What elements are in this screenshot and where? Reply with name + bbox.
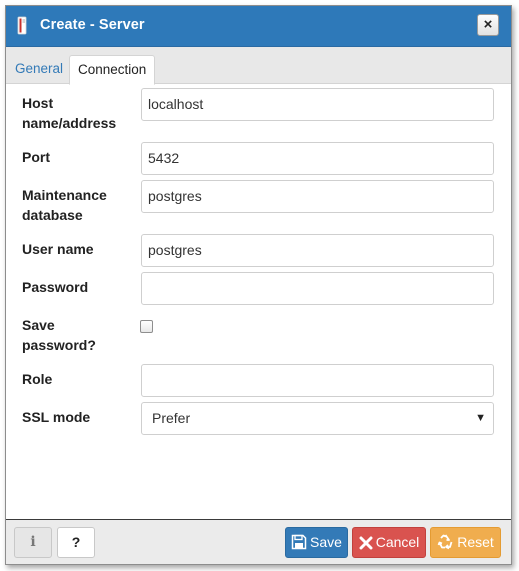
server-icon [16,16,28,35]
port-input[interactable]: 5432 [141,142,494,175]
ssl-mode-select[interactable]: Prefer ▼ [141,402,494,435]
save-button-label: Save [310,534,342,550]
save-button[interactable]: Save [285,527,348,558]
tab-connection[interactable]: Connection [69,55,156,85]
maintenance-db-label-line1: Maintenance [22,187,107,203]
host-label-line1: Host [22,95,54,111]
dialog-title: Create - Server [40,17,145,33]
password-input[interactable] [141,272,494,305]
create-server-dialog: Create - Server × General Connection Hos… [5,5,512,565]
ssl-mode-label: SSL mode [22,409,91,425]
info-icon: i [30,534,36,550]
title-bar[interactable]: Create - Server × [6,6,511,47]
maintenance-db-input[interactable]: postgres [141,180,494,213]
host-input[interactable]: localhost [141,88,494,121]
username-input[interactable]: postgres [141,234,494,267]
port-label: Port [22,149,50,165]
cancel-button[interactable]: Cancel [352,527,426,558]
x-icon [359,536,373,550]
host-label-line2: name/address [22,115,117,131]
role-input[interactable] [141,364,494,397]
info-button[interactable]: i [14,527,52,558]
caret-down-icon: ▼ [475,412,486,424]
help-button[interactable]: ? [57,527,95,558]
tab-general[interactable]: General [7,55,71,84]
role-label: Role [22,371,53,387]
dialog-footer: i ? Save Cancel Reset [6,519,511,564]
save-password-label-line1: Save [22,317,55,333]
maintenance-db-label-line2: database [22,207,83,223]
save-password-label-line2: password? [22,337,96,353]
password-label: Password [22,279,89,295]
close-button[interactable]: × [477,14,499,36]
save-password-checkbox[interactable] [140,320,153,333]
floppy-disk-icon [291,534,307,550]
question-icon: ? [71,534,81,550]
reset-button[interactable]: Reset [430,527,501,558]
tab-bar: General Connection [6,47,511,85]
cancel-button-label: Cancel [375,534,420,550]
recycle-icon [437,534,453,550]
ssl-mode-selected-value: Prefer [152,410,191,426]
reset-button-label: Reset [457,534,494,550]
username-label: User name [22,241,94,257]
